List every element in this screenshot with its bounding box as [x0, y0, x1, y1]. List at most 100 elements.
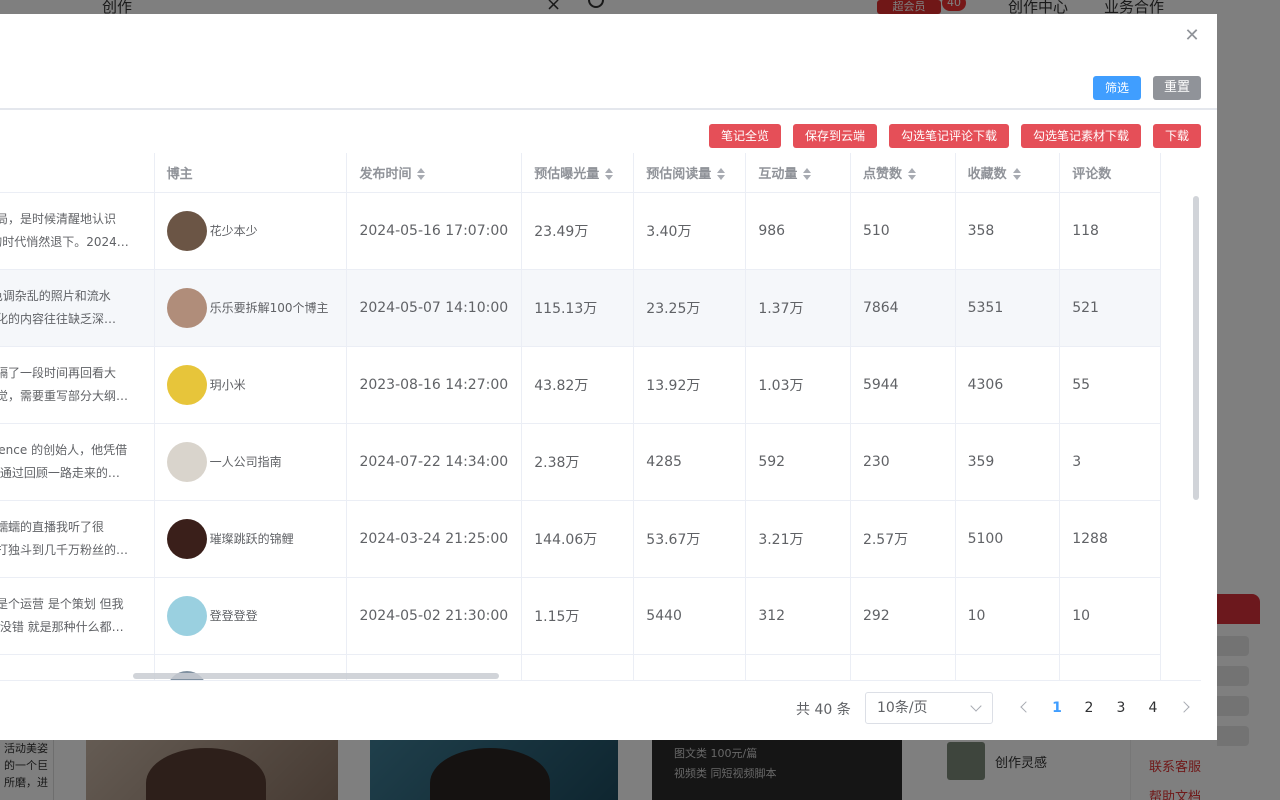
table-row[interactable]: 到李蠕蠕的直播我听了很 ，单打独斗到几千万粉丝的… 璀璨跳跃的锦鲤 2024-03-2… — [0, 500, 1161, 578]
reset-button[interactable]: 重置 — [1153, 76, 1201, 100]
blogger-name: 乐乐要拆解100个博主 — [209, 301, 329, 315]
sort-icon[interactable] — [1012, 168, 1021, 181]
table-row[interactable]: 是是隔了一段时间再回看大的感觉，需要重写部分大纲… 玥小米 2023-08-16 1… — [0, 346, 1161, 424]
all-notes-button[interactable]: 笔记全览 — [709, 124, 781, 148]
avatar — [166, 364, 207, 405]
blogger[interactable]: 璀璨跳跃的锦鲤 — [166, 518, 346, 559]
page-size-value: 10条/页 — [877, 700, 928, 716]
blogger[interactable]: 登登登登 — [166, 595, 346, 636]
save-to-cloud-button[interactable]: 保存到云端 — [793, 124, 877, 148]
column-header-likes[interactable]: 点赞数 — [850, 153, 956, 193]
note-cell[interactable]: 无意义的，这种工作做久了 — [0, 654, 155, 680]
column-header-favorites[interactable]: 收藏数 — [955, 153, 1061, 193]
blogger-name: 璀璨跳跃的锦鲤 — [209, 532, 294, 546]
reads-cell: 23.25万 — [633, 269, 747, 347]
time-cell: 2023-08-16 14:27:00 — [346, 346, 523, 424]
column-header-comments: 评论数 — [1059, 153, 1161, 193]
comments-cell: 521 — [1059, 269, 1161, 347]
note-cell[interactable]: r Science 的创始人，他凭借美金 通过回顾一路走来的… — [0, 423, 155, 501]
note-text-line: 的感觉，需要重写部分大纲… — [0, 388, 129, 403]
column-header-label: 博主 — [166, 166, 193, 182]
reads-cell: 5440 — [633, 577, 747, 655]
exposure-cell: 43.82万 — [521, 346, 635, 424]
page-1-button[interactable]: 1 — [1043, 696, 1071, 720]
download-button[interactable]: 下载 — [1153, 124, 1201, 148]
vertical-scrollbar[interactable] — [1193, 196, 1199, 500]
avatar — [166, 595, 207, 636]
note-text-line: 文案 没错 就是那种什么都… — [0, 619, 124, 634]
page-2-button[interactable]: 2 — [1075, 696, 1103, 720]
sort-icon[interactable] — [417, 168, 426, 181]
note-cell[interactable]: 是是隔了一段时间再回看大的感觉，需要重写部分大纲… — [0, 346, 155, 424]
column-header-publish-time[interactable]: 发布时间 — [346, 153, 523, 193]
reads-cell: 53.67万 — [633, 500, 747, 578]
sort-icon[interactable] — [803, 168, 812, 181]
favorites-cell: 359 — [955, 423, 1061, 501]
note-text-line: 美金 通过回顾一路走来的… — [0, 465, 120, 480]
page-3-button[interactable]: 3 — [1107, 696, 1135, 720]
likes-cell: 292 — [850, 577, 956, 655]
blogger-cell[interactable]: 登登登登 — [154, 577, 348, 655]
note-text-line: 🤔 色调杂乱的照片和流水 — [0, 288, 111, 303]
note-text-line: r Science 的创始人，他凭借 — [0, 442, 128, 457]
table-row[interactable]: r Science 的创始人，他凭借美金 通过回顾一路走来的… 一人公司指南 202… — [0, 423, 1161, 501]
interactions-cell: 3.21万 — [745, 500, 851, 578]
blogger-cell[interactable]: 璀璨跳跃的锦鲤 — [154, 500, 348, 578]
table-row[interactable]: 可以是个运营 是个策划 但我文案 没错 就是那种什么都… 登登登登 2024-05-… — [0, 577, 1161, 655]
download-comments-button[interactable]: 勾选笔记评论下载 — [889, 124, 1009, 148]
note-cell[interactable]: 到李蠕蠕的直播我听了很 ，单打独斗到几千万粉丝的… — [0, 500, 155, 578]
column-header-label: 点赞数 — [862, 166, 902, 182]
sort-icon[interactable] — [605, 168, 614, 181]
column-header-reads[interactable]: 预估阅读量 — [633, 153, 747, 193]
note-cell[interactable]: 新格局，是时候清醒地认识本”的时代悄然退下。2024… — [0, 192, 155, 270]
filter-button[interactable]: 筛选 — [1093, 76, 1141, 100]
note-text-line: 本”的时代悄然退下。2024… — [0, 234, 129, 249]
note-text-line: ，单打独斗到几千万粉丝的… — [0, 542, 129, 557]
reads-cell: 13.92万 — [633, 346, 747, 424]
blogger[interactable]: 花少本少 — [166, 210, 346, 251]
page-size-select[interactable]: 10条/页 — [865, 692, 993, 724]
likes-cell — [850, 654, 956, 680]
blogger-cell[interactable]: 一人公司指南 — [154, 423, 348, 501]
exposure-cell — [521, 654, 635, 680]
comments-cell: 3 — [1059, 423, 1161, 501]
time-cell: 2024-05-02 21:30:00 — [346, 577, 523, 655]
note-cell[interactable]: 可以是个运营 是个策划 但我文案 没错 就是那种什么都… — [0, 577, 155, 655]
table-row[interactable]: 🤔 色调杂乱的照片和流水模板化的内容往往缺乏深… 乐乐要拆解100个博主 2024-… — [0, 269, 1161, 347]
time-cell: 2024-05-07 14:10:00 — [346, 269, 523, 347]
sort-icon[interactable] — [717, 168, 726, 181]
sort-icon[interactable] — [907, 168, 916, 181]
note-text-line: 是是隔了一段时间再回看大 — [0, 365, 117, 380]
interactions-cell: 1.03万 — [745, 346, 851, 424]
comments-cell — [1059, 654, 1161, 680]
likes-cell: 510 — [850, 192, 956, 270]
blogger-cell[interactable]: 乐乐要拆解100个博主 — [154, 269, 348, 347]
next-page-icon[interactable] — [1178, 701, 1190, 713]
column-header-label: 收藏数 — [967, 166, 1007, 182]
horizontal-scrollbar[interactable] — [133, 673, 499, 679]
pagination-total: 共 40 条 — [796, 702, 851, 718]
page-4-button[interactable]: 4 — [1139, 696, 1167, 720]
note-cell[interactable]: 🤔 色调杂乱的照片和流水模板化的内容往往缺乏深… — [0, 269, 155, 347]
favorites-cell: 5100 — [955, 500, 1061, 578]
blogger[interactable]: 玥小米 — [166, 364, 346, 405]
interactions-cell: 312 — [745, 577, 851, 655]
likes-cell: 5944 — [850, 346, 956, 424]
note-text-line: 到李蠕蠕的直播我听了很 — [0, 519, 105, 534]
close-icon[interactable]: ✕ — [1182, 26, 1202, 46]
prev-page-icon[interactable] — [1020, 701, 1032, 713]
download-materials-button[interactable]: 勾选笔记素材下载 — [1021, 124, 1141, 148]
avatar — [166, 210, 207, 251]
table-row[interactable]: 新格局，是时候清醒地认识本”的时代悄然退下。2024… 花少本少 2024-05-1… — [0, 192, 1161, 270]
divider — [0, 108, 1217, 110]
blogger[interactable]: 乐乐要拆解100个博主 — [166, 287, 346, 328]
blogger-name: 登登登登 — [209, 609, 258, 623]
blogger-cell[interactable]: 花少本少 — [154, 192, 348, 270]
blogger-name: 花少本少 — [209, 224, 258, 238]
column-header-interactions[interactable]: 互动量 — [745, 153, 851, 193]
blogger-cell[interactable]: 玥小米 — [154, 346, 348, 424]
column-header-exposure[interactable]: 预估曝光量 — [521, 153, 635, 193]
blogger[interactable]: 一人公司指南 — [166, 441, 346, 482]
column-header-note — [0, 153, 155, 193]
chevron-down-icon — [970, 700, 982, 712]
